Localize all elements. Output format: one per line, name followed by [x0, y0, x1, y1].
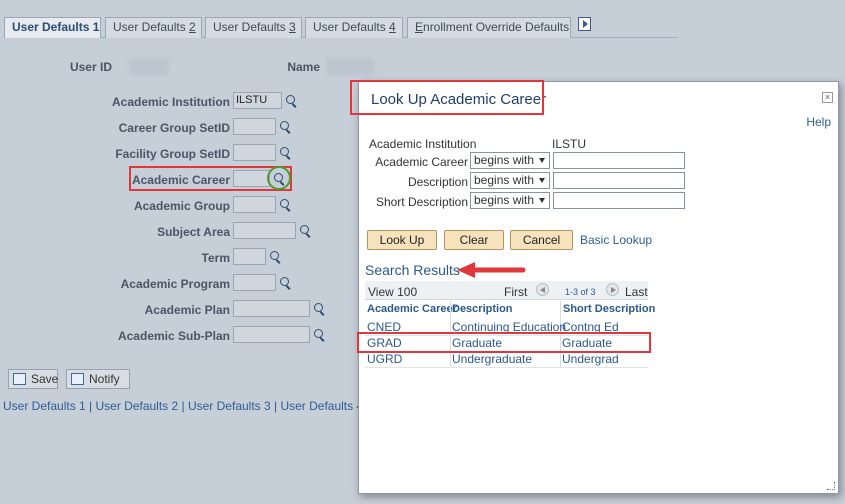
modal-title-highlight-box [350, 80, 544, 115]
facility-group-setid-input[interactable] [233, 144, 276, 161]
academic-career-search-input[interactable] [553, 152, 685, 169]
view-100-link[interactable]: View 100 [368, 285, 417, 299]
cell-academic-career[interactable]: UGRD [367, 352, 402, 367]
cancel-button[interactable]: Cancel [510, 230, 573, 250]
academic-sub-plan-label: Academic Sub-Plan [117, 329, 230, 343]
career-group-setid-label: Career Group SetID [118, 121, 230, 135]
academic-group-label: Academic Group [133, 199, 230, 213]
user-id-label: User ID [69, 60, 112, 74]
lookup-modal: Look Up Academic Career × Help Academic … [358, 81, 839, 494]
range-label: 1-3 of 3 [565, 287, 596, 297]
criteria-short-description-label: Short Description [375, 195, 468, 209]
chevron-down-icon [539, 178, 545, 183]
help-link[interactable]: Help [806, 115, 831, 129]
footer-tab-links[interactable]: User Defaults 1 | User Defaults 2 | User… [3, 399, 388, 413]
chevron-down-icon [539, 198, 545, 203]
tab-user-defaults-4[interactable]: User Defaults 4 [305, 17, 403, 38]
next-page-icon[interactable] [606, 283, 619, 296]
column-header-short-description[interactable]: Short Description [563, 303, 655, 315]
academic-plan-lookup-icon[interactable] [313, 302, 327, 316]
academic-institution-input[interactable]: ILSTU [233, 92, 282, 109]
description-search-input[interactable] [553, 172, 685, 189]
tab-enrollment-override-defaults[interactable]: Enrollment Override Defaults [407, 17, 571, 38]
close-icon[interactable]: × [822, 92, 833, 103]
subject-area-label: Subject Area [157, 225, 230, 239]
tab-user-defaults-1[interactable]: User Defaults 1 [4, 17, 101, 38]
clear-button[interactable]: Clear [444, 230, 504, 250]
grad-row-highlight-box [357, 332, 651, 353]
tab-bar: User Defaults 1 User Defaults 2 User Def… [4, 16, 678, 38]
resize-handle-icon[interactable] [827, 482, 835, 490]
save-disk-icon [13, 373, 26, 385]
career-group-setid-input[interactable] [233, 118, 276, 135]
term-input[interactable] [233, 248, 266, 265]
save-button[interactable]: Save [8, 369, 58, 389]
lookup-icon-highlight-circle [267, 166, 291, 190]
previous-page-icon[interactable] [536, 283, 549, 296]
term-lookup-icon[interactable] [269, 250, 283, 264]
user-id-value-redacted [129, 58, 169, 75]
next-tab-arrow-icon[interactable] [578, 17, 591, 31]
tab-user-defaults-3[interactable]: User Defaults 3 [205, 17, 302, 38]
academic-institution-label: Academic Institution [111, 95, 230, 109]
academic-plan-label: Academic Plan [144, 303, 230, 317]
short-description-operator-select[interactable]: begins with [470, 192, 550, 209]
academic-program-lookup-icon[interactable] [279, 276, 293, 290]
academic-career-operator-select[interactable]: begins with [470, 152, 550, 169]
academic-sub-plan-input[interactable] [233, 326, 310, 343]
tab-user-defaults-2[interactable]: User Defaults 2 [105, 17, 202, 38]
subject-area-lookup-icon[interactable] [299, 224, 313, 238]
term-label: Term [201, 251, 230, 265]
academic-group-lookup-icon[interactable] [279, 198, 293, 212]
basic-lookup-link[interactable]: Basic Lookup [580, 233, 652, 247]
description-operator-select[interactable]: begins with [470, 172, 550, 189]
academic-program-input[interactable] [233, 274, 276, 291]
look-up-button[interactable]: Look Up [367, 230, 437, 250]
criteria-description-label: Description [407, 175, 468, 189]
chevron-down-icon [539, 158, 545, 163]
name-value-redacted [326, 58, 374, 75]
first-label[interactable]: First [504, 285, 527, 299]
academic-institution-lookup-icon[interactable] [285, 94, 299, 108]
academic-sub-plan-lookup-icon[interactable] [313, 328, 327, 342]
modal-institution-label: Academic Institution [369, 137, 477, 151]
criteria-academic-career-label: Academic Career [375, 155, 468, 169]
search-results-title: Search Results [365, 262, 460, 278]
column-header-description[interactable]: Description [452, 303, 513, 315]
facility-group-setid-label: Facility Group SetID [115, 147, 230, 161]
academic-group-input[interactable] [233, 196, 276, 213]
academic-program-label: Academic Program [120, 277, 230, 291]
cell-short-description[interactable]: Undergrad [562, 352, 619, 367]
column-header-academic-career[interactable]: Academic Career [367, 303, 457, 315]
last-label[interactable]: Last [625, 285, 648, 299]
facility-group-setid-lookup-icon[interactable] [279, 146, 293, 160]
cell-description[interactable]: Undergraduate [452, 352, 532, 367]
name-label: Name [287, 60, 320, 74]
modal-institution-value: ILSTU [552, 137, 587, 151]
academic-plan-input[interactable] [233, 300, 310, 317]
short-description-search-input[interactable] [553, 192, 685, 209]
subject-area-input[interactable] [233, 222, 296, 239]
career-group-setid-lookup-icon[interactable] [279, 120, 293, 134]
notify-button[interactable]: Notify [66, 369, 130, 389]
notify-icon [71, 373, 84, 385]
pointer-arrow-icon [457, 262, 526, 278]
table-row[interactable]: UGRD Undergraduate Undergrad [365, 352, 648, 368]
